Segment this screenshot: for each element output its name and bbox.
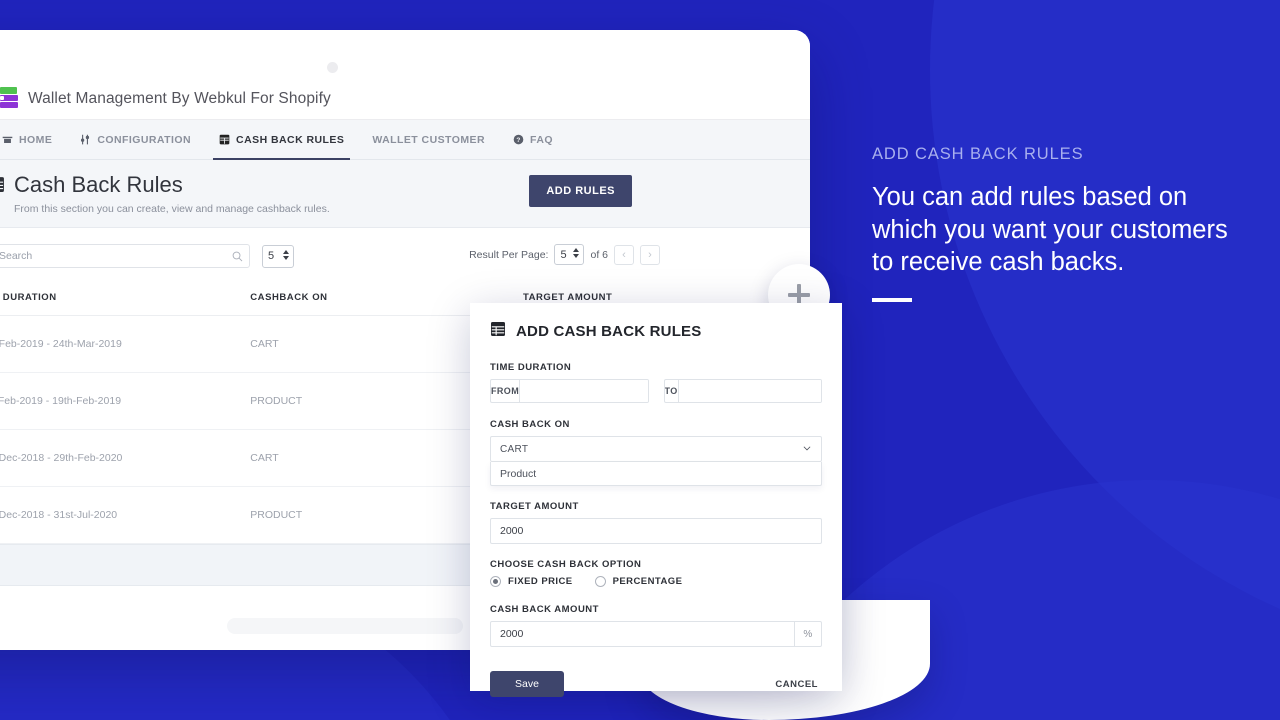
target-amount-input[interactable] — [490, 518, 822, 544]
footer-placeholder-bar — [227, 618, 463, 634]
add-cash-back-rules-modal: ADD CASH BACK RULES TIME DURATION FROM T… — [470, 303, 842, 697]
nav-item-configuration[interactable]: CONFIGURATION — [66, 120, 205, 159]
nav-label-configuration: CONFIGURATION — [97, 133, 192, 146]
cell-time-duration: 24th-Feb-2019 - 24th-Mar-2019 — [0, 315, 251, 373]
to-addon-label: TO — [665, 380, 679, 402]
cash-back-amount-label: CASH BACK AMOUNT — [490, 604, 599, 615]
from-date-group: FROM — [490, 379, 649, 403]
to-date-group: TO — [663, 379, 822, 403]
cash-back-amount-group: % — [490, 621, 822, 647]
promo-panel: ADD CASH BACK RULES You can add rules ba… — [872, 145, 1252, 302]
radio-label-percentage: PERCENTAGE — [612, 576, 683, 587]
radio-selected-icon — [490, 576, 501, 587]
promo-kicker: ADD CASH BACK RULES — [872, 145, 1084, 163]
chevron-right-icon[interactable]: › — [640, 244, 660, 265]
time-duration-row: FROM TO — [490, 379, 822, 403]
page-title: Cash Back Rules — [14, 172, 183, 197]
nav-label-cash-back-rules: CASH BACK RULES — [236, 133, 345, 146]
nav-label-wallet-customer: WALLET CUSTOMER — [372, 133, 486, 146]
from-addon-label: FROM — [491, 380, 521, 402]
promo-divider — [872, 297, 912, 302]
app-title: Wallet Management By Webkul For Shopify — [28, 89, 331, 107]
cash-back-on-selected-value: CART — [500, 443, 529, 455]
cell-time-duration: 26th-Dec-2018 - 31st-Jul-2020 — [0, 486, 251, 544]
stepper-arrows-icon[interactable] — [283, 249, 289, 260]
chevron-left-icon[interactable]: ‹ — [614, 244, 634, 265]
nav-label-home: HOME — [19, 133, 53, 146]
cash-back-option-label: CHOOSE CASH BACK OPTION — [490, 559, 642, 570]
modal-title-icon — [490, 321, 506, 342]
app-title-bar: Wallet Management By Webkul For Shopify — [0, 78, 810, 120]
result-per-page-value: 5 — [560, 248, 567, 261]
column-header-time-duration[interactable]: TIME DURATION — [0, 282, 251, 316]
sliders-icon — [80, 134, 91, 145]
nav-item-cash-back-rules[interactable]: CASH BACK RULES — [205, 120, 358, 160]
nav-item-faq[interactable]: ? FAQ — [499, 120, 567, 159]
time-duration-label: TIME DURATION — [490, 362, 572, 373]
radio-fixed-price[interactable]: FIXED PRICE — [490, 576, 573, 587]
radio-unselected-icon — [594, 576, 606, 587]
save-button[interactable]: Save — [490, 671, 564, 697]
search-icon — [232, 249, 243, 267]
pagination-controls: Result Per Page: 5 of 6 ‹ › — [469, 244, 660, 265]
add-rules-button[interactable]: ADD RULES — [529, 175, 632, 207]
promo-headline: You can add rules based on which you wan… — [872, 183, 1228, 277]
cell-time-duration: 11th-Feb-2019 - 19th-Feb-2019 — [0, 372, 251, 430]
to-date-input[interactable] — [678, 380, 822, 402]
help-circle-icon: ? — [513, 134, 524, 145]
chevron-down-icon — [802, 443, 812, 456]
search-input[interactable] — [0, 244, 250, 268]
cash-back-on-select[interactable]: CART — [490, 436, 822, 462]
modal-actions: Save CANCEL — [490, 671, 822, 697]
page-header: Cash Back Rules From this section you ca… — [0, 160, 810, 228]
cash-back-amount-input[interactable] — [490, 621, 795, 647]
radio-percentage[interactable]: PERCENTAGE — [594, 576, 683, 587]
page-count-label: of 6 — [590, 248, 608, 261]
target-amount-label: TARGET AMOUNT — [490, 501, 579, 512]
table-toolbar: 5 Result Per Page: 5 of 6 ‹ › — [0, 228, 810, 282]
from-date-input[interactable] — [520, 380, 648, 402]
modal-title: ADD CASH BACK RULES — [516, 323, 702, 340]
nav-item-home[interactable]: HOME — [0, 120, 66, 159]
result-per-page-stepper[interactable]: 5 — [554, 244, 585, 265]
svg-text:?: ? — [516, 137, 520, 144]
home-icon — [2, 134, 13, 145]
cash-back-on-label: CASH BACK ON — [490, 419, 570, 430]
page-subtitle: From this section you can create, view a… — [14, 203, 330, 215]
cancel-button[interactable]: CANCEL — [775, 679, 822, 690]
main-navigation: HOME CONFIGURATION CASH BACK RULES WALLE… — [0, 120, 810, 160]
percent-addon-label: % — [794, 621, 822, 647]
window-dot — [327, 62, 338, 73]
result-per-page-label: Result Per Page: — [469, 248, 549, 261]
nav-item-wallet-customer[interactable]: WALLET CUSTOMER — [358, 120, 499, 159]
cell-time-duration: 26th-Dec-2018 - 29th-Feb-2020 — [0, 429, 251, 487]
cash-back-on-option-product[interactable]: Product — [490, 462, 822, 486]
cash-back-option-radio-group: FIXED PRICE PERCENTAGE — [490, 576, 822, 587]
page-size-value: 5 — [268, 250, 275, 262]
window-topbar — [0, 30, 810, 78]
table-icon — [219, 134, 230, 145]
radio-label-fixed-price: FIXED PRICE — [508, 576, 573, 587]
stepper-arrows-icon[interactable] — [573, 248, 580, 258]
page-size-stepper[interactable]: 5 — [262, 244, 294, 268]
wallet-icon — [0, 86, 18, 111]
page-title-icon — [0, 176, 5, 198]
nav-label-faq: FAQ — [530, 133, 553, 146]
